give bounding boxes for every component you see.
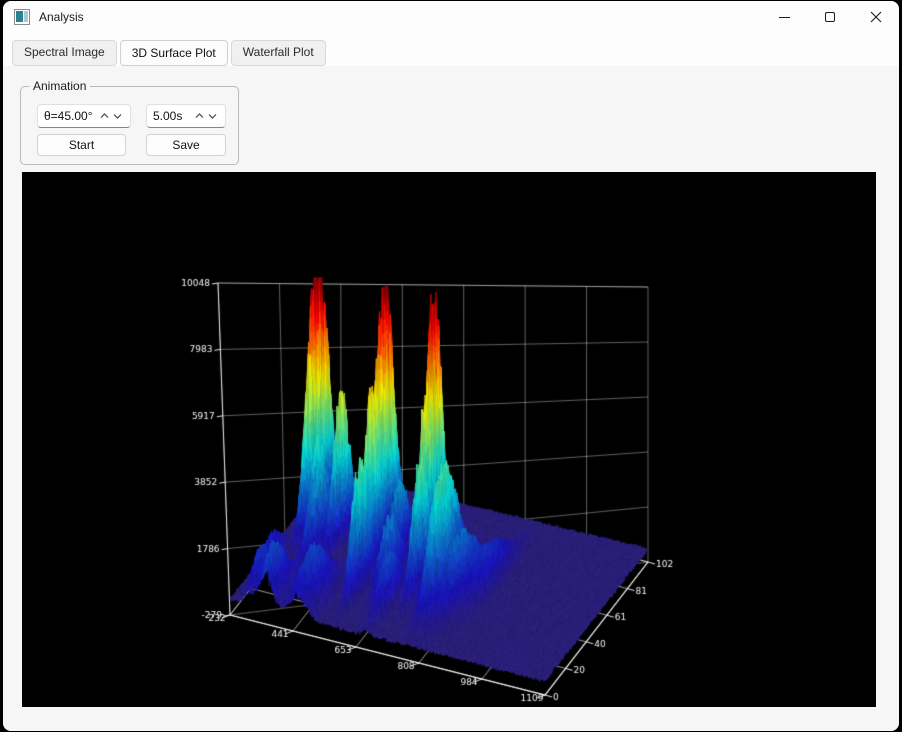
start-button[interactable]: Start bbox=[37, 134, 126, 156]
chevron-down-icon bbox=[113, 113, 122, 119]
duration-spin-down-button[interactable] bbox=[206, 109, 219, 123]
window-controls bbox=[761, 1, 899, 33]
maximize-icon bbox=[825, 12, 835, 22]
surface-plot-area bbox=[22, 172, 876, 707]
duration-spinbox-value: 5.00s bbox=[153, 109, 193, 123]
surface-plot-canvas[interactable] bbox=[22, 172, 876, 707]
close-icon bbox=[870, 11, 882, 23]
tab-3d-surface-plot[interactable]: 3D Surface Plot bbox=[120, 40, 228, 66]
minimize-icon bbox=[779, 17, 790, 18]
tab-waterfall-plot[interactable]: Waterfall Plot bbox=[231, 40, 326, 66]
angle-spinbox[interactable]: θ=45.00° bbox=[37, 104, 131, 128]
chevron-up-icon bbox=[195, 113, 204, 119]
save-button[interactable]: Save bbox=[146, 134, 226, 156]
duration-spinbox[interactable]: 5.00s bbox=[146, 104, 226, 128]
angle-spin-up-button[interactable] bbox=[98, 109, 111, 123]
tab-spectral-image[interactable]: Spectral Image bbox=[12, 40, 117, 66]
close-button[interactable] bbox=[853, 1, 899, 33]
app-window: Analysis Spectral Image 3D Surface Plot … bbox=[3, 1, 899, 731]
app-icon bbox=[14, 9, 30, 25]
angle-spinbox-value: θ=45.00° bbox=[44, 109, 98, 123]
animation-groupbox: Animation θ=45.00° 5.00s bbox=[20, 86, 239, 165]
angle-spin-down-button[interactable] bbox=[111, 109, 124, 123]
tab-page-content: Animation θ=45.00° 5.00s bbox=[3, 66, 899, 731]
title-bar: Analysis bbox=[3, 1, 899, 33]
duration-spin-up-button[interactable] bbox=[193, 109, 206, 123]
chevron-down-icon bbox=[208, 113, 217, 119]
minimize-button[interactable] bbox=[761, 1, 807, 33]
maximize-button[interactable] bbox=[807, 1, 853, 33]
chevron-up-icon bbox=[100, 113, 109, 119]
tab-strip: Spectral Image 3D Surface Plot Waterfall… bbox=[3, 33, 899, 66]
window-title: Analysis bbox=[39, 10, 84, 24]
animation-groupbox-title: Animation bbox=[29, 79, 90, 93]
